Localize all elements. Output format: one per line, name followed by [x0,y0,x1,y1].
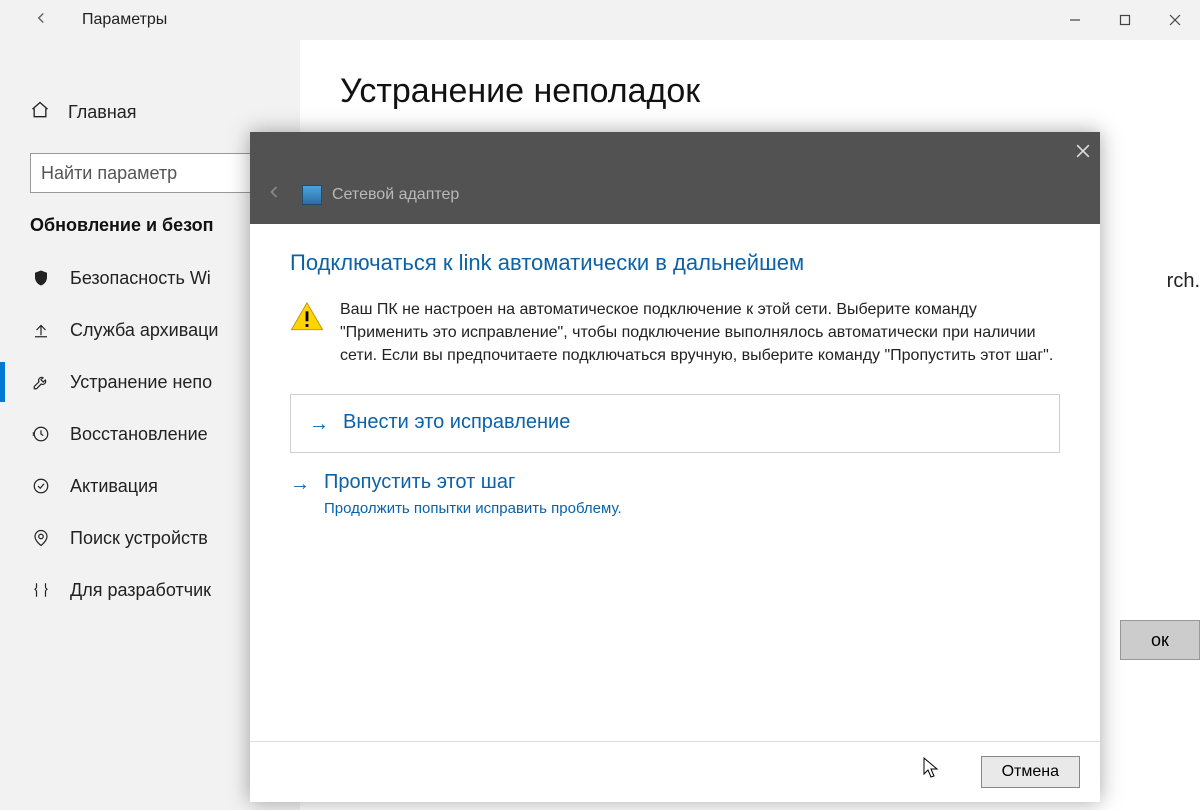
dialog-header [250,132,1100,174]
warning-row: Ваш ПК не настроен на автоматическое под… [290,298,1060,368]
sidebar-item-label: Поиск устройств [70,528,208,549]
minimize-button[interactable] [1050,0,1100,40]
skip-option[interactable]: → Пропустить этот шаг Продолжить попытки… [290,471,1060,517]
skip-label: Пропустить этот шаг [324,471,515,494]
cancel-button[interactable]: Отмена [981,756,1080,788]
ok-button[interactable]: ок [1120,620,1200,660]
dialog-back-icon[interactable] [264,182,284,208]
skip-sublabel: Продолжить попытки исправить проблему. [324,500,1060,517]
back-arrow-icon[interactable] [30,9,52,32]
dialog-toolbar: Сетевой адаптер [250,174,1100,224]
dialog-toolbar-label: Сетевой адаптер [332,186,459,204]
sidebar-item-label: Служба архиваци [70,320,218,341]
titlebar: Параметры [0,0,1200,40]
upload-icon [30,321,52,339]
close-button[interactable] [1150,0,1200,40]
search-input[interactable]: Найти параметр [30,153,270,193]
sidebar-item-label: Безопасность Wi [70,268,211,289]
warning-icon [290,300,324,339]
sidebar-item-label: Для разработчик [70,580,211,601]
page-title: Устранение неполадок [340,72,1160,111]
window-controls [1050,0,1200,40]
sidebar-item-label: Восстановление [70,424,208,445]
dialog-heading: Подключаться к link автоматически в даль… [290,250,1060,276]
sidebar-item-label: Устранение непо [70,372,212,393]
sidebar-home[interactable]: Главная [0,90,300,135]
dialog-footer: Отмена [250,741,1100,802]
tools-icon [30,581,52,599]
cursor-icon [922,757,940,784]
arrow-right-icon: → [290,473,310,496]
history-icon [30,425,52,443]
home-icon [30,100,50,125]
dialog-body: Подключаться к link автоматически в даль… [250,224,1100,741]
location-icon [30,529,52,547]
window-title: Параметры [82,11,167,29]
warning-text: Ваш ПК не настроен на автоматическое под… [340,298,1060,368]
sidebar-item-label: Активация [70,476,158,497]
adapter-icon [302,185,322,205]
wrench-icon [30,373,52,391]
maximize-button[interactable] [1100,0,1150,40]
troubleshooter-dialog: Сетевой адаптер Подключаться к link авто… [250,132,1100,802]
close-icon[interactable] [1076,142,1090,163]
sidebar-home-label: Главная [68,102,137,123]
settings-window: Параметры Главная Найти параметр Обновле… [0,0,1200,810]
apply-fix-label: Внести это исправление [343,411,570,434]
truncated-text: rch. [1167,270,1200,293]
check-circle-icon [30,477,52,495]
arrow-right-icon: → [309,413,329,436]
shield-icon [30,269,52,287]
search-placeholder: Найти параметр [41,163,177,184]
apply-fix-option[interactable]: → Внести это исправление [290,394,1060,453]
